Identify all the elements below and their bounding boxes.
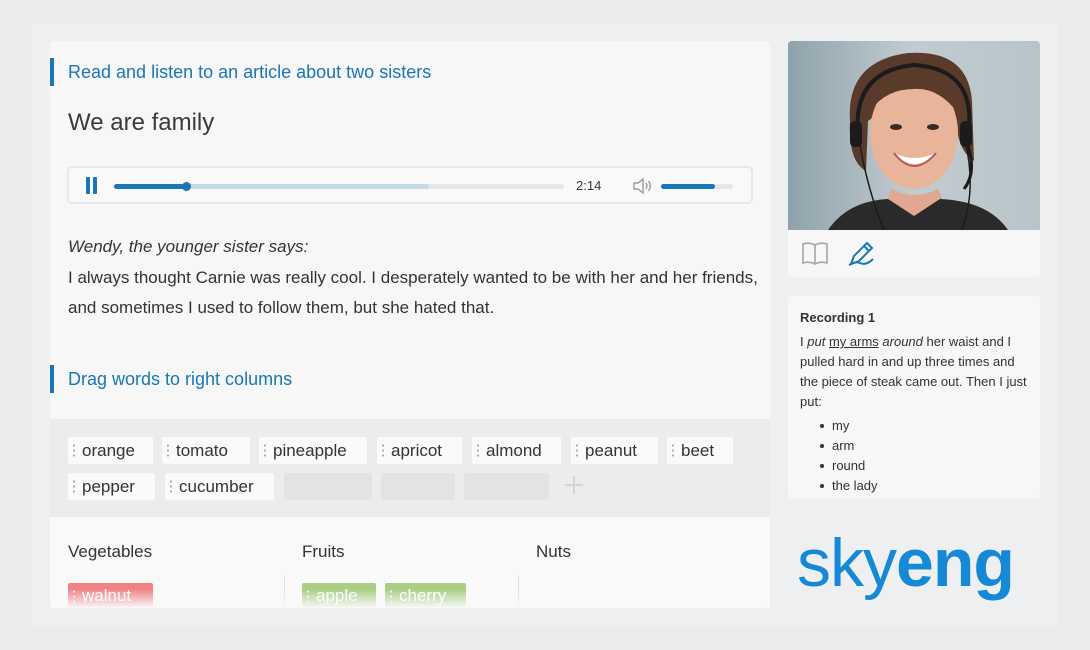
- volume-slider[interactable]: [661, 184, 733, 189]
- word-chip-label: cucumber: [179, 477, 254, 496]
- audio-seek-handle[interactable]: [182, 182, 191, 191]
- audio-progress-bar[interactable]: [114, 182, 564, 191]
- recording-emphasis: put: [807, 334, 826, 349]
- list-item: the lady: [818, 476, 1028, 496]
- book-icon[interactable]: [800, 239, 830, 267]
- word-chip[interactable]: cucumber: [165, 473, 274, 500]
- word-chip-label: beet: [681, 441, 715, 460]
- teacher-video-card: [788, 41, 1040, 277]
- word-chip[interactable]: peanut: [571, 437, 658, 464]
- word-chip[interactable]: almond: [472, 437, 561, 464]
- word-chip-label: peanut: [585, 441, 637, 460]
- word-chip[interactable]: pepper: [68, 473, 155, 500]
- scroll-fade: [50, 589, 770, 608]
- list-item: arm: [818, 436, 1028, 456]
- empty-word-slot[interactable]: [464, 473, 549, 500]
- word-chip[interactable]: tomato: [162, 437, 250, 464]
- column-title-fruits: Fruits: [302, 542, 345, 561]
- lesson-card: Read and listen to an article about two …: [50, 41, 770, 608]
- word-chip[interactable]: pineapple: [259, 437, 367, 464]
- recording-underline: my arms: [828, 334, 879, 349]
- article-text: I always thought Carnie was really cool.…: [68, 268, 758, 317]
- section-title-drag: Drag words to right columns: [50, 365, 292, 393]
- pen-icon[interactable]: [846, 239, 876, 267]
- volume-icon[interactable]: [632, 177, 654, 195]
- word-bank: orange tomato pineapple apricot almond p…: [50, 419, 770, 517]
- empty-word-slot[interactable]: [381, 473, 455, 500]
- recording-emphasis: around: [882, 334, 923, 349]
- word-chip-label: pepper: [82, 477, 135, 496]
- teacher-video[interactable]: [788, 41, 1040, 230]
- audio-time: 2:14: [576, 178, 602, 193]
- recording-text: I put my arms around her waist and I pul…: [800, 332, 1028, 412]
- section-title-reading: Read and listen to an article about two …: [50, 58, 431, 86]
- column-title-nuts: Nuts: [536, 542, 571, 561]
- list-item: my: [818, 416, 1028, 436]
- pause-icon[interactable]: [84, 177, 100, 195]
- article-title: We are family: [68, 109, 215, 136]
- list-item: round: [818, 456, 1028, 476]
- word-chip-label: pineapple: [273, 441, 347, 460]
- skyeng-logo: skyeng: [797, 523, 1015, 603]
- logo-bold-part: eng: [896, 525, 1015, 601]
- word-chip-label: apricot: [391, 441, 443, 460]
- word-chip-label: orange: [82, 441, 135, 460]
- recording-card: Recording 1 I put my arms around her wai…: [788, 296, 1040, 499]
- column-title-vegetables: Vegetables: [68, 542, 153, 561]
- logo-light-part: sky: [797, 525, 897, 601]
- speaker-label: Wendy, the younger sister says:: [68, 237, 309, 256]
- volume-level: [661, 184, 715, 189]
- word-chip-label: almond: [486, 441, 542, 460]
- recording-list: my arm round the lady: [800, 416, 1028, 496]
- word-chip[interactable]: apricot: [377, 437, 462, 464]
- word-chip-label: tomato: [176, 441, 228, 460]
- empty-word-slot[interactable]: [284, 473, 372, 500]
- audio-player: 2:14: [67, 166, 753, 204]
- word-chip[interactable]: orange: [68, 437, 153, 464]
- plus-icon[interactable]: [563, 474, 585, 496]
- word-chip[interactable]: beet: [667, 437, 733, 464]
- audio-played: [114, 184, 186, 189]
- recording-title: Recording 1: [800, 310, 876, 325]
